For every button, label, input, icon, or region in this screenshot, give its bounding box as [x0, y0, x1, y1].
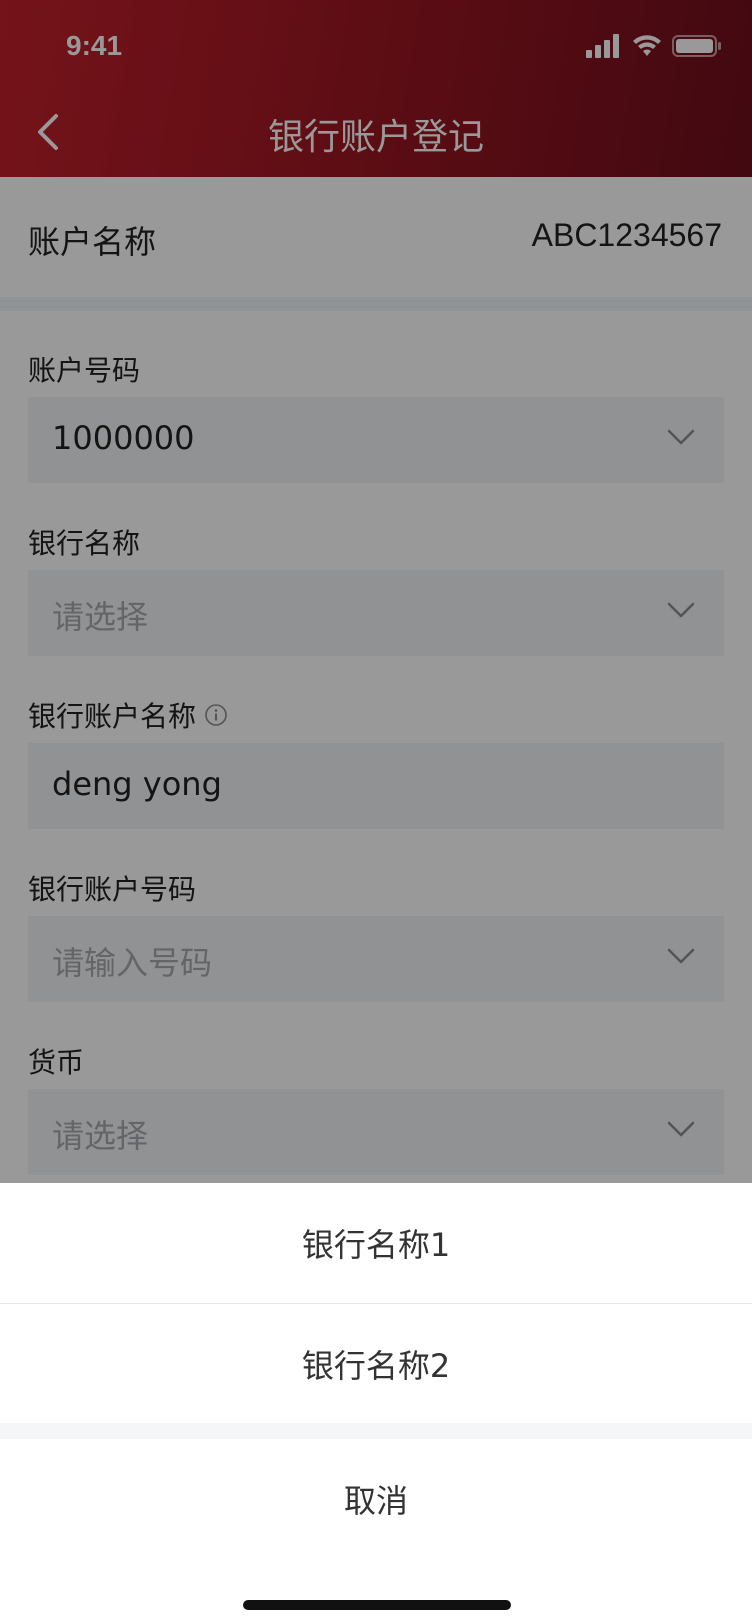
cancel-gap [0, 1423, 752, 1439]
cancel-button[interactable]: 取消 [0, 1439, 752, 1559]
action-sheet-option-2[interactable]: 银行名称2 [0, 1304, 752, 1423]
home-indicator [243, 1600, 511, 1610]
action-sheet: 银行名称1 银行名称2 取消 [0, 1183, 752, 1624]
action-sheet-option-1[interactable]: 银行名称1 [0, 1183, 752, 1303]
screen: 9:41 银行账户登记 账户名称 ABC1234567 账户号码 1000000… [0, 0, 752, 1624]
